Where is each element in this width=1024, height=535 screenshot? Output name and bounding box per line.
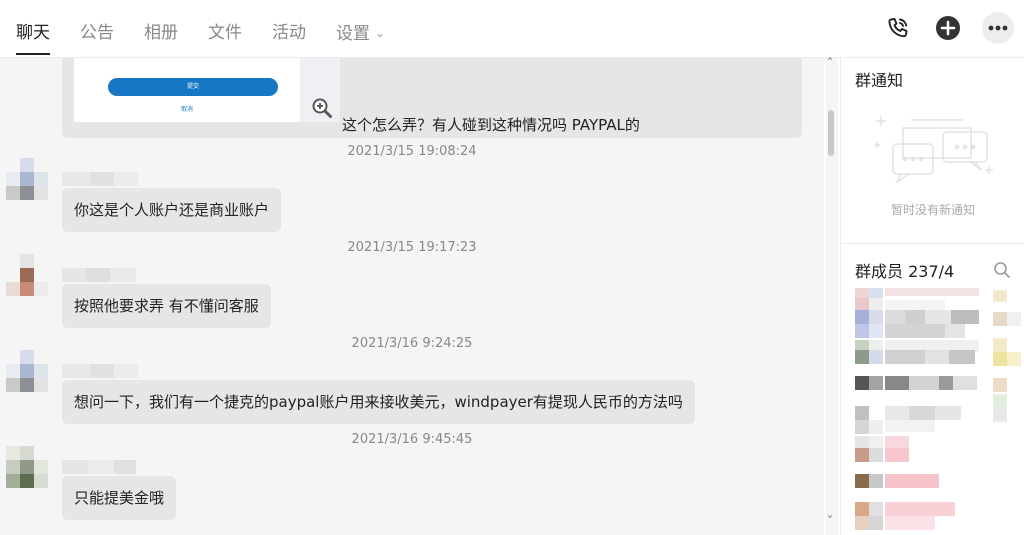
member-item[interactable] (855, 448, 979, 462)
image-message-bubble[interactable]: 提交 取消 这个怎么弄？有人碰到这种情况吗 PAYPAL的 (62, 58, 802, 138)
avatar[interactable] (6, 350, 48, 392)
empty-notice-illustration (874, 116, 993, 185)
panel-divider (841, 243, 1024, 244)
member-item[interactable] (855, 350, 979, 364)
message-bubble[interactable]: 只能提美金哦 (62, 476, 177, 520)
top-bar: 聊天 公告 相册 文件 活动 设置 ⌄ (0, 0, 1024, 58)
tab-announcement-label: 公告 (80, 23, 114, 43)
search-icon[interactable] (993, 261, 1011, 279)
tab-activity[interactable]: 活动 (272, 0, 306, 58)
phone-call-button[interactable] (882, 12, 914, 44)
sender-name (62, 268, 142, 282)
more-icon (988, 25, 1008, 31)
sender-name (62, 364, 142, 378)
avatar[interactable] (6, 254, 48, 296)
scroll-down-icon[interactable]: ˇ (823, 516, 837, 530)
message-timestamp: 2021/3/16 9:45:45 (351, 432, 473, 447)
tab-activity-label: 活动 (272, 23, 306, 43)
member-item[interactable] (855, 310, 979, 324)
member-item[interactable] (855, 474, 979, 488)
more-button[interactable] (982, 12, 1014, 44)
image-message-caption: 这个怎么弄？有人碰到这种情况吗 PAYPAL的 (342, 116, 640, 134)
chevron-down-icon: ⌄ (375, 26, 386, 40)
tab-chat-label: 聊天 (16, 23, 50, 43)
tab-album[interactable]: 相册 (144, 0, 178, 58)
group-members-title: 群成员 237/4 (855, 262, 955, 281)
scroll-up-icon[interactable]: ˆ (823, 58, 837, 72)
add-icon (936, 16, 960, 40)
tab-settings[interactable]: 设置 ⌄ (336, 0, 385, 58)
tab-files[interactable]: 文件 (208, 0, 242, 58)
message-timestamp: 2021/3/15 19:17:23 (347, 240, 477, 255)
tab-announcement[interactable]: 公告 (80, 0, 114, 58)
thumbnail-cancel-link: 取消 (180, 106, 193, 113)
member-list-overflow (993, 290, 1024, 530)
sender-name (62, 172, 142, 186)
tab-files-label: 文件 (208, 23, 242, 43)
group-side-panel: 群通知 暂时没有新通知 群成员 237/4 (840, 58, 1024, 535)
message-bubble[interactable]: 按照他要求弄 有不懂问客服 (62, 284, 271, 328)
zoom-in-icon[interactable] (312, 98, 332, 118)
member-item[interactable] (855, 376, 979, 390)
phone-icon (888, 18, 908, 38)
member-item[interactable] (855, 324, 979, 338)
add-button[interactable] (932, 12, 964, 44)
message-timestamp: 2021/3/16 9:24:25 (351, 336, 473, 351)
message-timestamp: 2021/3/15 19:08:24 (347, 144, 477, 159)
member-item[interactable] (855, 516, 979, 530)
tab-settings-label: 设置 (336, 24, 370, 44)
member-item[interactable] (855, 406, 979, 420)
tab-list: 聊天 公告 相册 文件 活动 设置 ⌄ (16, 0, 415, 58)
avatar[interactable] (6, 158, 48, 200)
group-notice-title: 群通知 (855, 71, 904, 90)
chat-message-list[interactable]: 提交 取消 这个怎么弄？有人碰到这种情况吗 PAYPAL的 2021/3/15 … (0, 58, 824, 535)
empty-notice-text: 暂时没有新通知 (890, 203, 975, 217)
message-bubble[interactable]: 你这是个人账户还是商业账户 (62, 188, 282, 232)
member-list[interactable] (855, 288, 1024, 535)
member-item[interactable] (855, 436, 979, 450)
header-actions (864, 12, 1014, 44)
sender-name (62, 460, 142, 474)
chat-scrollbar-thumb[interactable] (828, 110, 834, 156)
member-item[interactable] (855, 420, 979, 434)
avatar[interactable] (6, 446, 48, 488)
image-thumbnail[interactable]: 提交 取消 (74, 58, 300, 122)
thumbnail-submit-button: 提交 (108, 78, 278, 96)
tab-album-label: 相册 (144, 23, 178, 43)
message-bubble[interactable]: 想问一下，我们有一个捷克的paypal账户用来接收美元，windpayer有提现… (62, 380, 695, 424)
tab-chat[interactable]: 聊天 (16, 0, 50, 58)
member-item[interactable] (855, 298, 979, 312)
member-item[interactable] (855, 502, 979, 516)
